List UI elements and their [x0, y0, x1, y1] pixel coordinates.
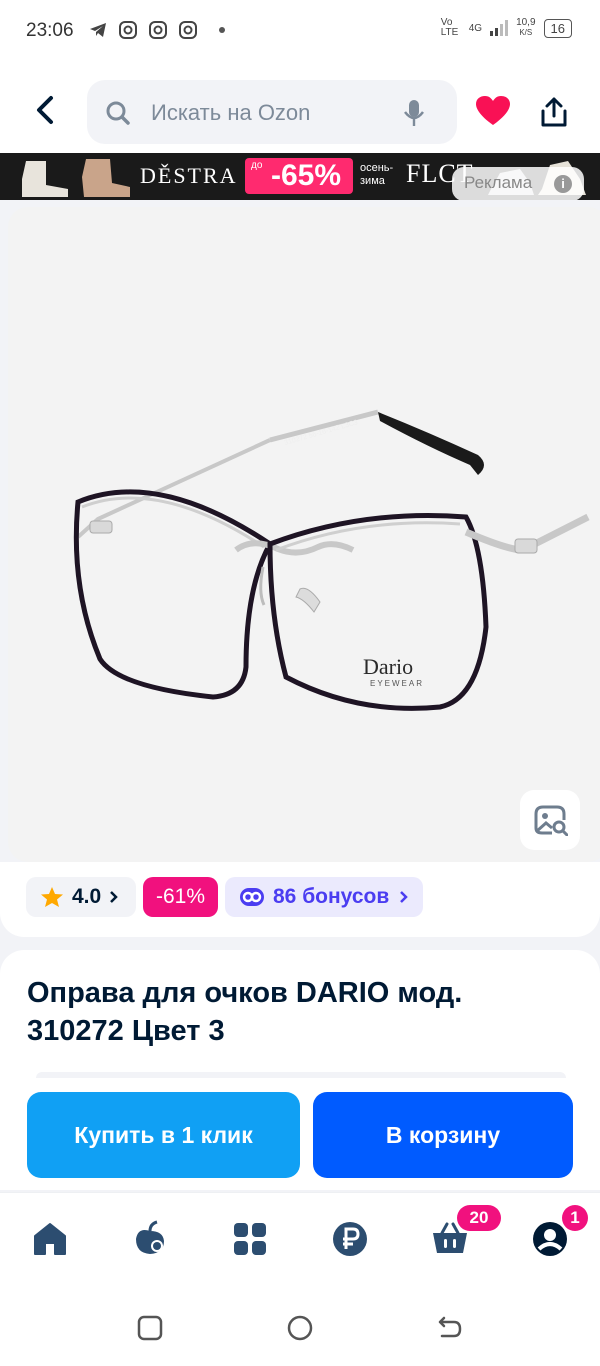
- chevron-right-icon: [400, 891, 409, 903]
- profile-badge: 1: [562, 1205, 588, 1231]
- share-icon[interactable]: [540, 96, 568, 128]
- divider: [36, 1072, 566, 1078]
- fresh-icon[interactable]: [130, 1219, 170, 1259]
- banner-season: осень- зима: [360, 162, 393, 188]
- home-circle-icon[interactable]: [286, 1314, 314, 1342]
- info-icon: i: [554, 175, 572, 193]
- search-icon: [106, 101, 130, 125]
- search-placeholder: Искать на Ozon: [151, 100, 311, 125]
- chevron-right-icon: [110, 891, 118, 903]
- finance-icon[interactable]: [330, 1219, 370, 1259]
- banner-season-line2: зима: [360, 175, 385, 187]
- speed-unit: K/S: [519, 28, 533, 37]
- ad-label-text: Реклама: [464, 173, 533, 192]
- instagram-icon: [179, 21, 197, 39]
- heart-icon[interactable]: [476, 96, 510, 126]
- status-right: Vo LTE 4G 10,9 K/S 16: [441, 18, 572, 38]
- signal-label: 4G: [468, 22, 483, 34]
- discount-value: -61%: [155, 885, 206, 908]
- product-title: Оправа для очков DARIO мод. 310272 Цвет …: [27, 977, 463, 1047]
- banner-brand-left: DĚSTRA: [140, 163, 238, 188]
- speed-value: 10,9: [516, 17, 536, 28]
- star-icon: [41, 887, 63, 907]
- banner-season-line1: осень-: [360, 162, 394, 174]
- status-time: 23:06: [26, 20, 74, 41]
- catalog-icon[interactable]: [230, 1219, 270, 1259]
- banner-discount-prefix: до: [251, 160, 263, 171]
- product-image[interactable]: 310272 56-16-142 L3C3 Dario EYEWEAR: [8, 207, 600, 862]
- rating-tag[interactable]: 4.0: [26, 877, 136, 917]
- cart-badge: 20: [457, 1205, 501, 1231]
- discount-tag: -61%: [143, 877, 218, 917]
- bonus-text: 86 бонусов: [273, 885, 390, 908]
- banner-discount-value: -65%: [271, 159, 342, 192]
- instagram-icon: [119, 21, 137, 39]
- frame-sub: EYEWEAR: [370, 679, 424, 688]
- add-to-cart-button[interactable]: В корзину: [313, 1092, 573, 1178]
- recent-apps-icon[interactable]: [136, 1314, 164, 1342]
- top-header: Искать на Ozon: [0, 62, 600, 154]
- search-input[interactable]: Искать на Ozon: [87, 80, 457, 144]
- product-info-card: Оправа для очков DARIO мод. 310272 Цвет …: [0, 950, 600, 1190]
- buy-one-click-button[interactable]: Купить в 1 клик: [27, 1092, 300, 1178]
- product-tags: 4.0 -61% 86 бонусов: [0, 862, 600, 937]
- system-navigation: [0, 1290, 600, 1366]
- home-icon[interactable]: [30, 1219, 70, 1259]
- boots-image: [22, 159, 130, 197]
- signal-icon: [490, 20, 509, 36]
- ad-label[interactable]: Реклама i: [452, 167, 584, 200]
- battery-indicator: 16: [543, 18, 572, 38]
- network-label: Vo LTE: [440, 17, 459, 38]
- bonus-icon: [240, 888, 264, 906]
- microphone-icon[interactable]: [403, 98, 425, 128]
- dot-icon: [219, 27, 225, 33]
- telegram-icon: [90, 23, 106, 37]
- image-search-icon: [534, 805, 568, 836]
- status-bar: 23:06 Vo LTE 4G 10,9 K/S 16: [0, 0, 600, 62]
- bonus-tag[interactable]: 86 бонусов: [225, 877, 423, 917]
- bottom-navigation: 20 1: [0, 1192, 600, 1291]
- instagram-icon: [149, 21, 167, 39]
- back-icon[interactable]: [30, 92, 60, 128]
- frame-brand: Dario: [363, 654, 413, 679]
- rating-value: 4.0: [72, 885, 102, 908]
- ad-banner[interactable]: DĚSTRA до -65% осень- зима FLCT Реклама …: [0, 153, 600, 200]
- system-back-icon[interactable]: [436, 1314, 464, 1342]
- glasses-image: 310272 56-16-142 L3C3 Dario EYEWEAR: [73, 409, 590, 711]
- find-similar-button[interactable]: [520, 790, 580, 850]
- speed-indicator: 10,9 K/S: [516, 18, 535, 38]
- banner-discount: до -65%: [245, 158, 353, 194]
